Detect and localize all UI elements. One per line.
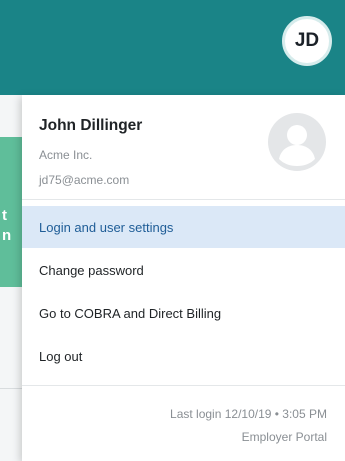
menu-item-login-settings[interactable]: Login and user settings [22,206,345,248]
user-avatar-button[interactable]: JD [282,16,332,66]
menu-item-cobra-direct-billing[interactable]: Go to COBRA and Direct Billing [22,292,345,334]
user-company: Acme Inc. [39,148,93,162]
menu-item-change-password[interactable]: Change password [22,249,345,291]
background-card-text: n [2,227,12,244]
user-menu-dropdown: John Dillinger Acme Inc. jd75@acme.com L… [22,95,345,461]
menu-divider [22,199,345,200]
last-login-text: Last login 12/10/19 • 3:05 PM [170,407,327,421]
top-header-bar: JD [0,0,345,95]
background-card-text: t [2,207,7,224]
user-name: John Dillinger [39,117,143,134]
portal-label: Employer Portal [241,430,327,444]
menu-item-log-out[interactable]: Log out [22,335,345,377]
user-avatar-placeholder-icon [268,113,326,171]
menu-divider [22,385,345,386]
user-email: jd75@acme.com [39,173,130,187]
